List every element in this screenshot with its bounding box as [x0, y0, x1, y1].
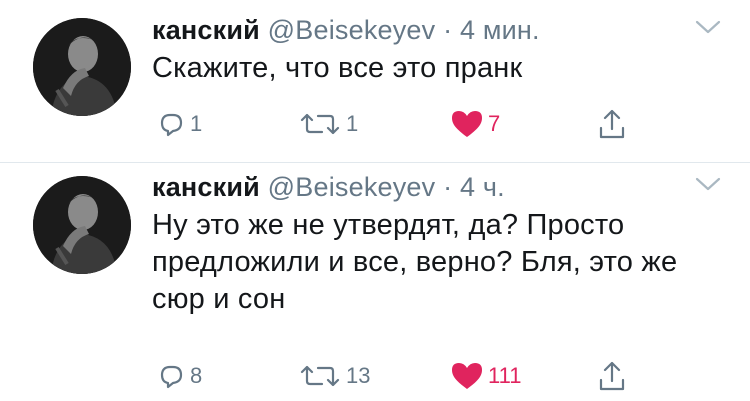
heart-icon — [452, 363, 482, 389]
tweet-time[interactable]: 4 мин. — [460, 15, 540, 45]
reply-icon — [160, 113, 183, 137]
avatar[interactable] — [33, 18, 131, 116]
tweet-header: канский @Beisekeyev · 4 ч. — [152, 167, 505, 207]
tweet[interactable]: канский @Beisekeyev · 4 мин. Скажите, чт… — [0, 0, 750, 162]
chevron-down-icon[interactable] — [693, 175, 723, 195]
share-button[interactable] — [597, 358, 627, 394]
chevron-down-icon[interactable] — [693, 18, 723, 38]
author-handle[interactable]: @Beisekeyev — [268, 172, 436, 202]
retweet-count: 1 — [346, 111, 359, 136]
heart-icon — [452, 111, 482, 137]
tweet-text: Ну это же не утвердят, да? Просто предло… — [152, 207, 712, 318]
share-button[interactable] — [597, 106, 627, 142]
tweet-actions: 1 1 7 — [0, 106, 750, 146]
author-name[interactable]: канский — [152, 172, 260, 202]
retweet-button[interactable]: 13 — [298, 358, 370, 394]
retweet-icon — [300, 365, 340, 387]
like-button[interactable]: 7 — [450, 106, 500, 142]
reply-button[interactable]: 8 — [156, 358, 202, 394]
separator-dot: · — [443, 15, 453, 45]
tweet-text-line: Ну это же не утвердят, да? Просто — [152, 209, 625, 241]
author-name[interactable]: канский — [152, 15, 260, 45]
tweet-text: Скажите, что все это пранк — [152, 50, 712, 87]
reply-icon — [160, 365, 183, 389]
tweet-actions: 8 13 111 — [0, 358, 750, 398]
like-count: 111 — [488, 363, 522, 388]
tweet-text-line: предложили и все, верно? Бля, это же — [152, 246, 678, 278]
like-count: 7 — [488, 111, 501, 136]
tweet-text-line: сюр и сон — [152, 283, 286, 315]
retweet-button[interactable]: 1 — [298, 106, 358, 142]
retweet-count: 13 — [346, 363, 371, 388]
tweet[interactable]: канский @Beisekeyev · 4 ч. Ну это же не … — [0, 163, 750, 401]
author-handle[interactable]: @Beisekeyev — [268, 15, 436, 45]
reply-button[interactable]: 1 — [156, 106, 202, 142]
reply-count: 8 — [190, 363, 203, 388]
tweet-text-line: Скажите, что все это пранк — [152, 52, 523, 84]
reply-count: 1 — [190, 111, 203, 136]
like-button[interactable]: 111 — [450, 358, 521, 394]
share-icon — [599, 361, 625, 391]
tweet-header: канский @Beisekeyev · 4 мин. — [152, 10, 540, 50]
retweet-icon — [300, 113, 340, 135]
separator-dot: · — [443, 172, 453, 202]
tweet-time[interactable]: 4 ч. — [460, 172, 505, 202]
avatar[interactable] — [33, 176, 131, 274]
share-icon — [599, 109, 625, 139]
